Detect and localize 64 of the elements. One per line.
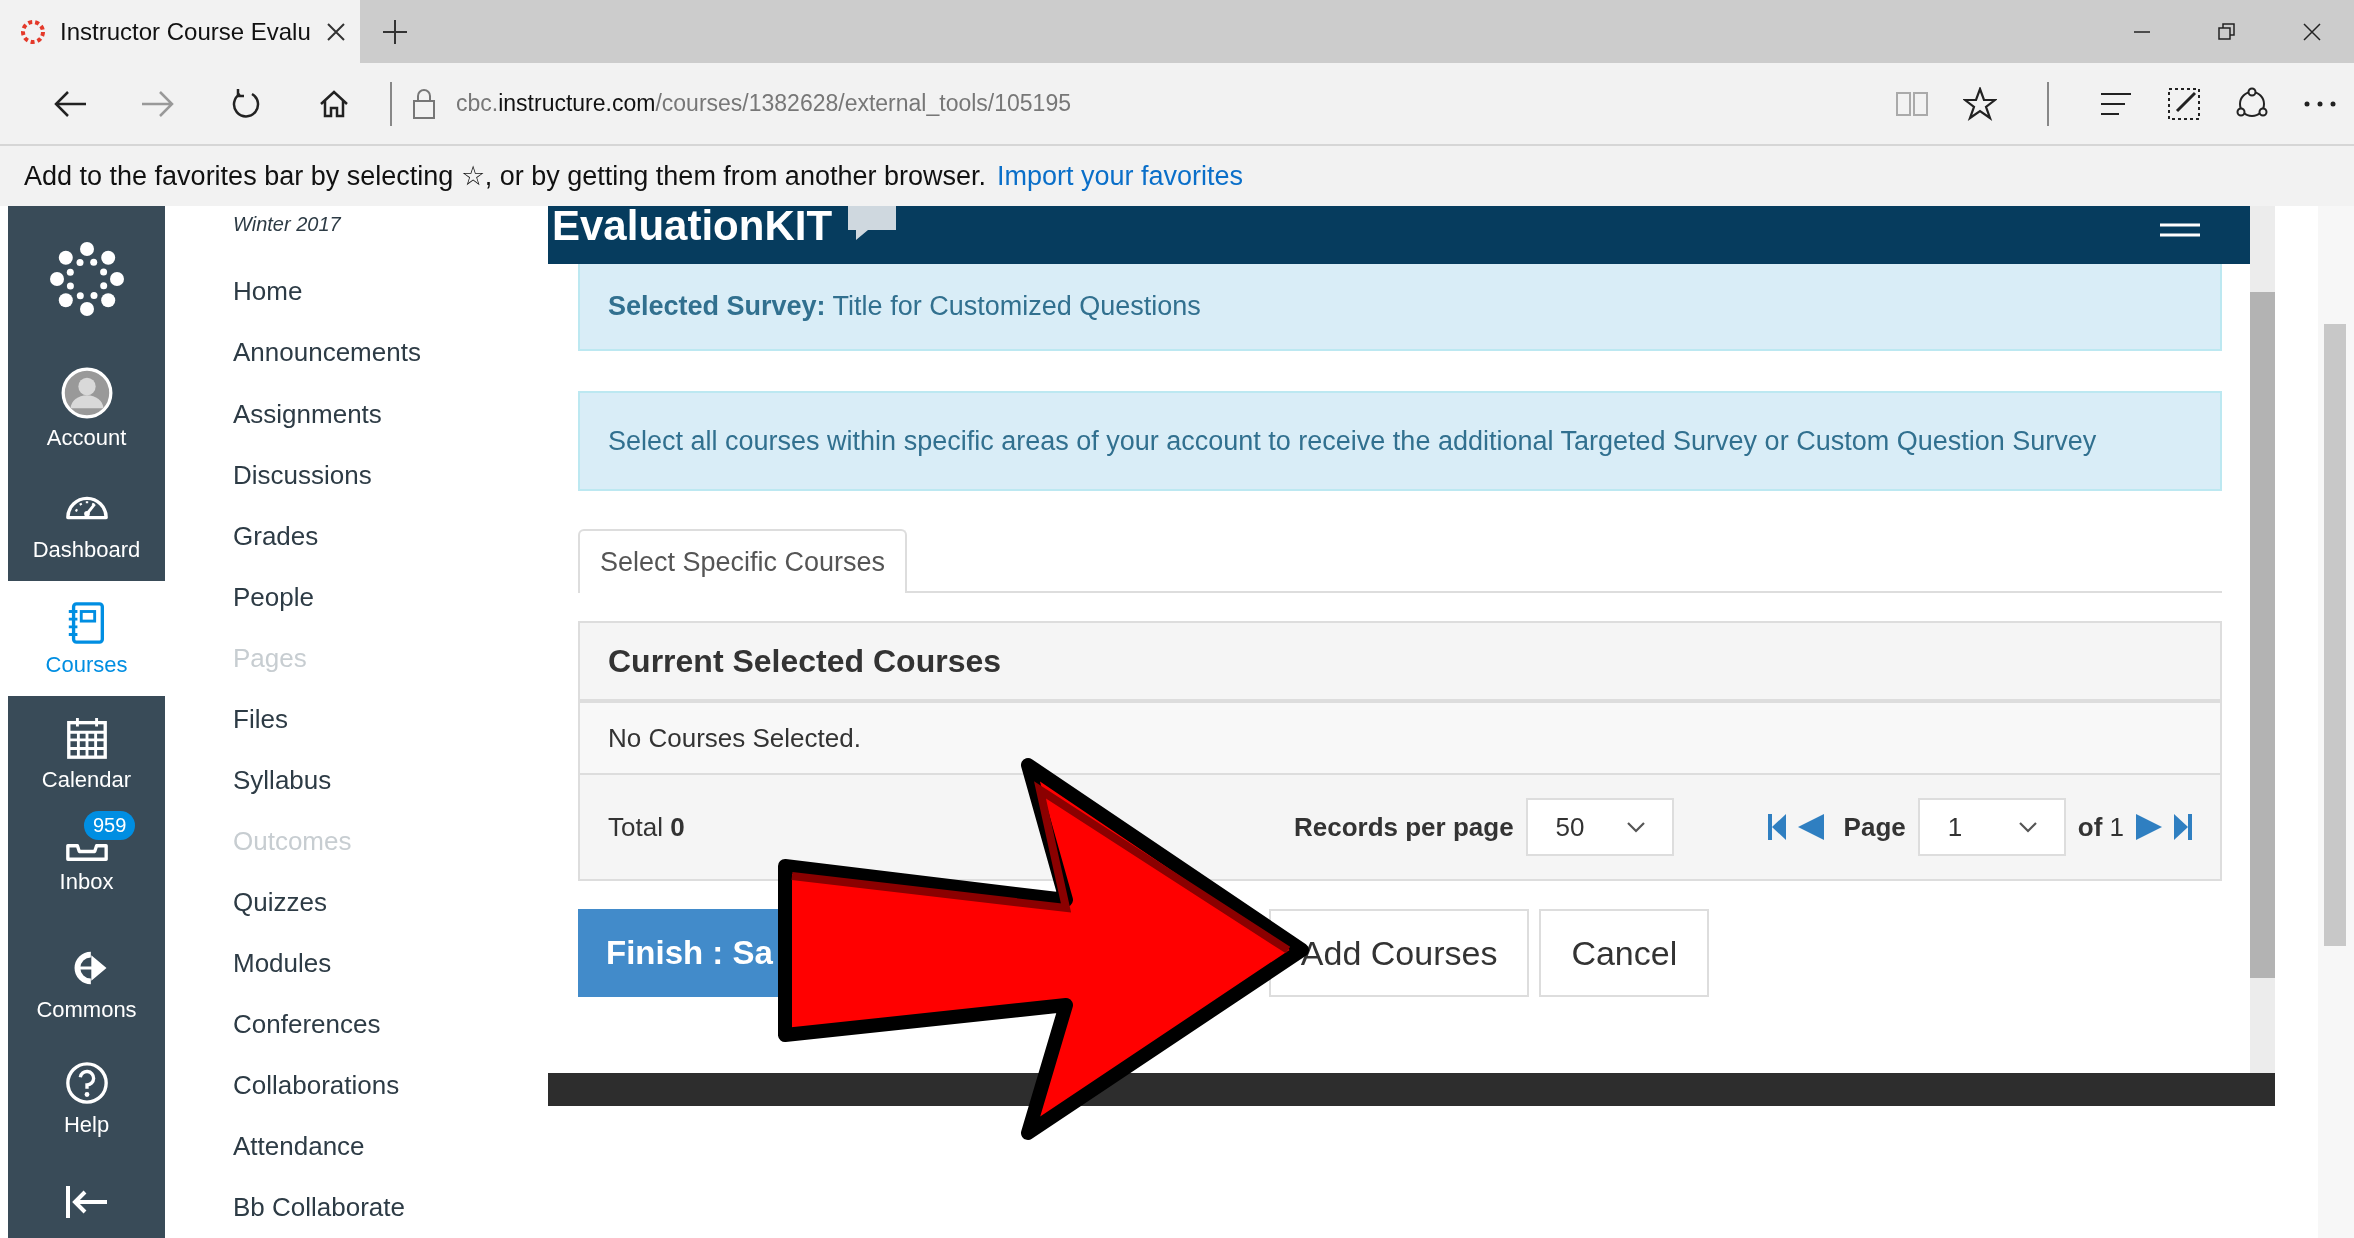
next-page-icon[interactable]: [2136, 814, 2162, 840]
finish-button[interactable]: Finish : Sa: [578, 909, 779, 997]
course-nav-link[interactable]: Grades: [233, 505, 319, 567]
course-nav-link[interactable]: Bb Collaborate: [233, 1176, 405, 1238]
chevron-down-icon: [2017, 819, 2038, 835]
course-nav-link[interactable]: Discussions: [233, 444, 372, 506]
info-text: Select all courses within specific areas of your account to receive the additional Targeted Survey or Custom Question Survey: [608, 425, 2097, 457]
first-page-icon[interactable]: [1767, 814, 1786, 840]
lock-icon: [412, 87, 436, 120]
course-nav-link[interactable]: Modules: [233, 932, 332, 994]
course-nav-link[interactable]: Attendance: [233, 1115, 365, 1177]
total-count: Total 0: [608, 811, 685, 843]
course-nav-link[interactable]: Conferences: [233, 993, 381, 1055]
course-nav-link[interactable]: Home: [233, 261, 303, 323]
scrollbar[interactable]: [2250, 206, 2275, 1073]
cancel-button[interactable]: Cancel: [1539, 909, 1710, 997]
course-nav-link[interactable]: Quizzes: [233, 871, 327, 933]
add-courses-button[interactable]: Add Courses: [1268, 909, 1530, 997]
close-icon[interactable]: [326, 21, 346, 42]
collapse-arrow-icon[interactable]: [64, 1184, 109, 1220]
page-count: of 1: [2077, 811, 2124, 843]
star-icon[interactable]: [1963, 86, 1997, 121]
page-label: Page: [1843, 811, 1906, 843]
nav-item[interactable]: Account: [8, 351, 165, 466]
course-nav-link[interactable]: Collaborations: [233, 1054, 400, 1116]
refresh-icon[interactable]: [230, 87, 262, 120]
course-nav-link[interactable]: Assignments: [233, 383, 382, 445]
nav-item[interactable]: Inbox 959: [8, 811, 165, 926]
inbox-icon: [63, 842, 110, 863]
note-icon[interactable]: [2167, 86, 2201, 121]
records-per-page-select[interactable]: 50: [1525, 798, 1674, 856]
last-page-icon[interactable]: [2174, 814, 2192, 840]
help-icon: [63, 1059, 110, 1106]
canvas-logo-icon[interactable]: [48, 240, 125, 317]
course-nav-link[interactable]: Files: [233, 688, 288, 750]
nav-item[interactable]: Dashboard: [8, 466, 165, 581]
canvas-logo-icon: [20, 18, 46, 45]
course-nav-link[interactable]: Syllabus: [233, 749, 332, 811]
close-icon[interactable]: [2301, 21, 2322, 42]
previous-page-icon[interactable]: [1797, 814, 1824, 840]
browser-tab[interactable]: Instructor Course Evalu: [0, 0, 360, 63]
unread-count-badge: 959: [84, 811, 136, 840]
tab[interactable]: Select Specific Courses: [578, 529, 908, 593]
evaluationkit-logo: EvaluationKIT: [552, 205, 833, 247]
import-favorites-link[interactable]: Import your favorites: [997, 160, 1244, 192]
avatar-icon: [60, 366, 113, 419]
nav-item[interactable]: Courses: [8, 581, 165, 696]
course-nav-link[interactable]: People: [233, 566, 314, 628]
nav-item[interactable]: Calendar: [8, 696, 165, 811]
panel-title: Current Selected Courses: [608, 642, 1001, 680]
new-tab-icon[interactable]: [382, 18, 408, 45]
restore-icon[interactable]: [2216, 21, 2237, 42]
address-field[interactable]: cbc.instructure.com/courses/1382628/external_tools/105195: [456, 90, 1071, 117]
nav-item[interactable]: Help: [8, 1041, 165, 1156]
selected-survey-text: Selected Survey: Title for Customized Questions: [608, 291, 1201, 322]
favorites-bar-message: Add to the favorites bar by selecting ☆, or by getting them from another browser.: [24, 160, 986, 192]
page-select[interactable]: 1: [1917, 798, 2066, 856]
chevron-down-icon: [1625, 819, 1646, 835]
term-label: Winter 2017: [233, 213, 341, 237]
records-per-page-label: Records per page: [1293, 811, 1514, 843]
more-icon[interactable]: [2303, 99, 2337, 108]
empty-message: No Courses Selected.: [608, 722, 861, 754]
course-nav-link[interactable]: Announcements: [233, 322, 421, 384]
nav-item[interactable]: Commons: [8, 926, 165, 1041]
